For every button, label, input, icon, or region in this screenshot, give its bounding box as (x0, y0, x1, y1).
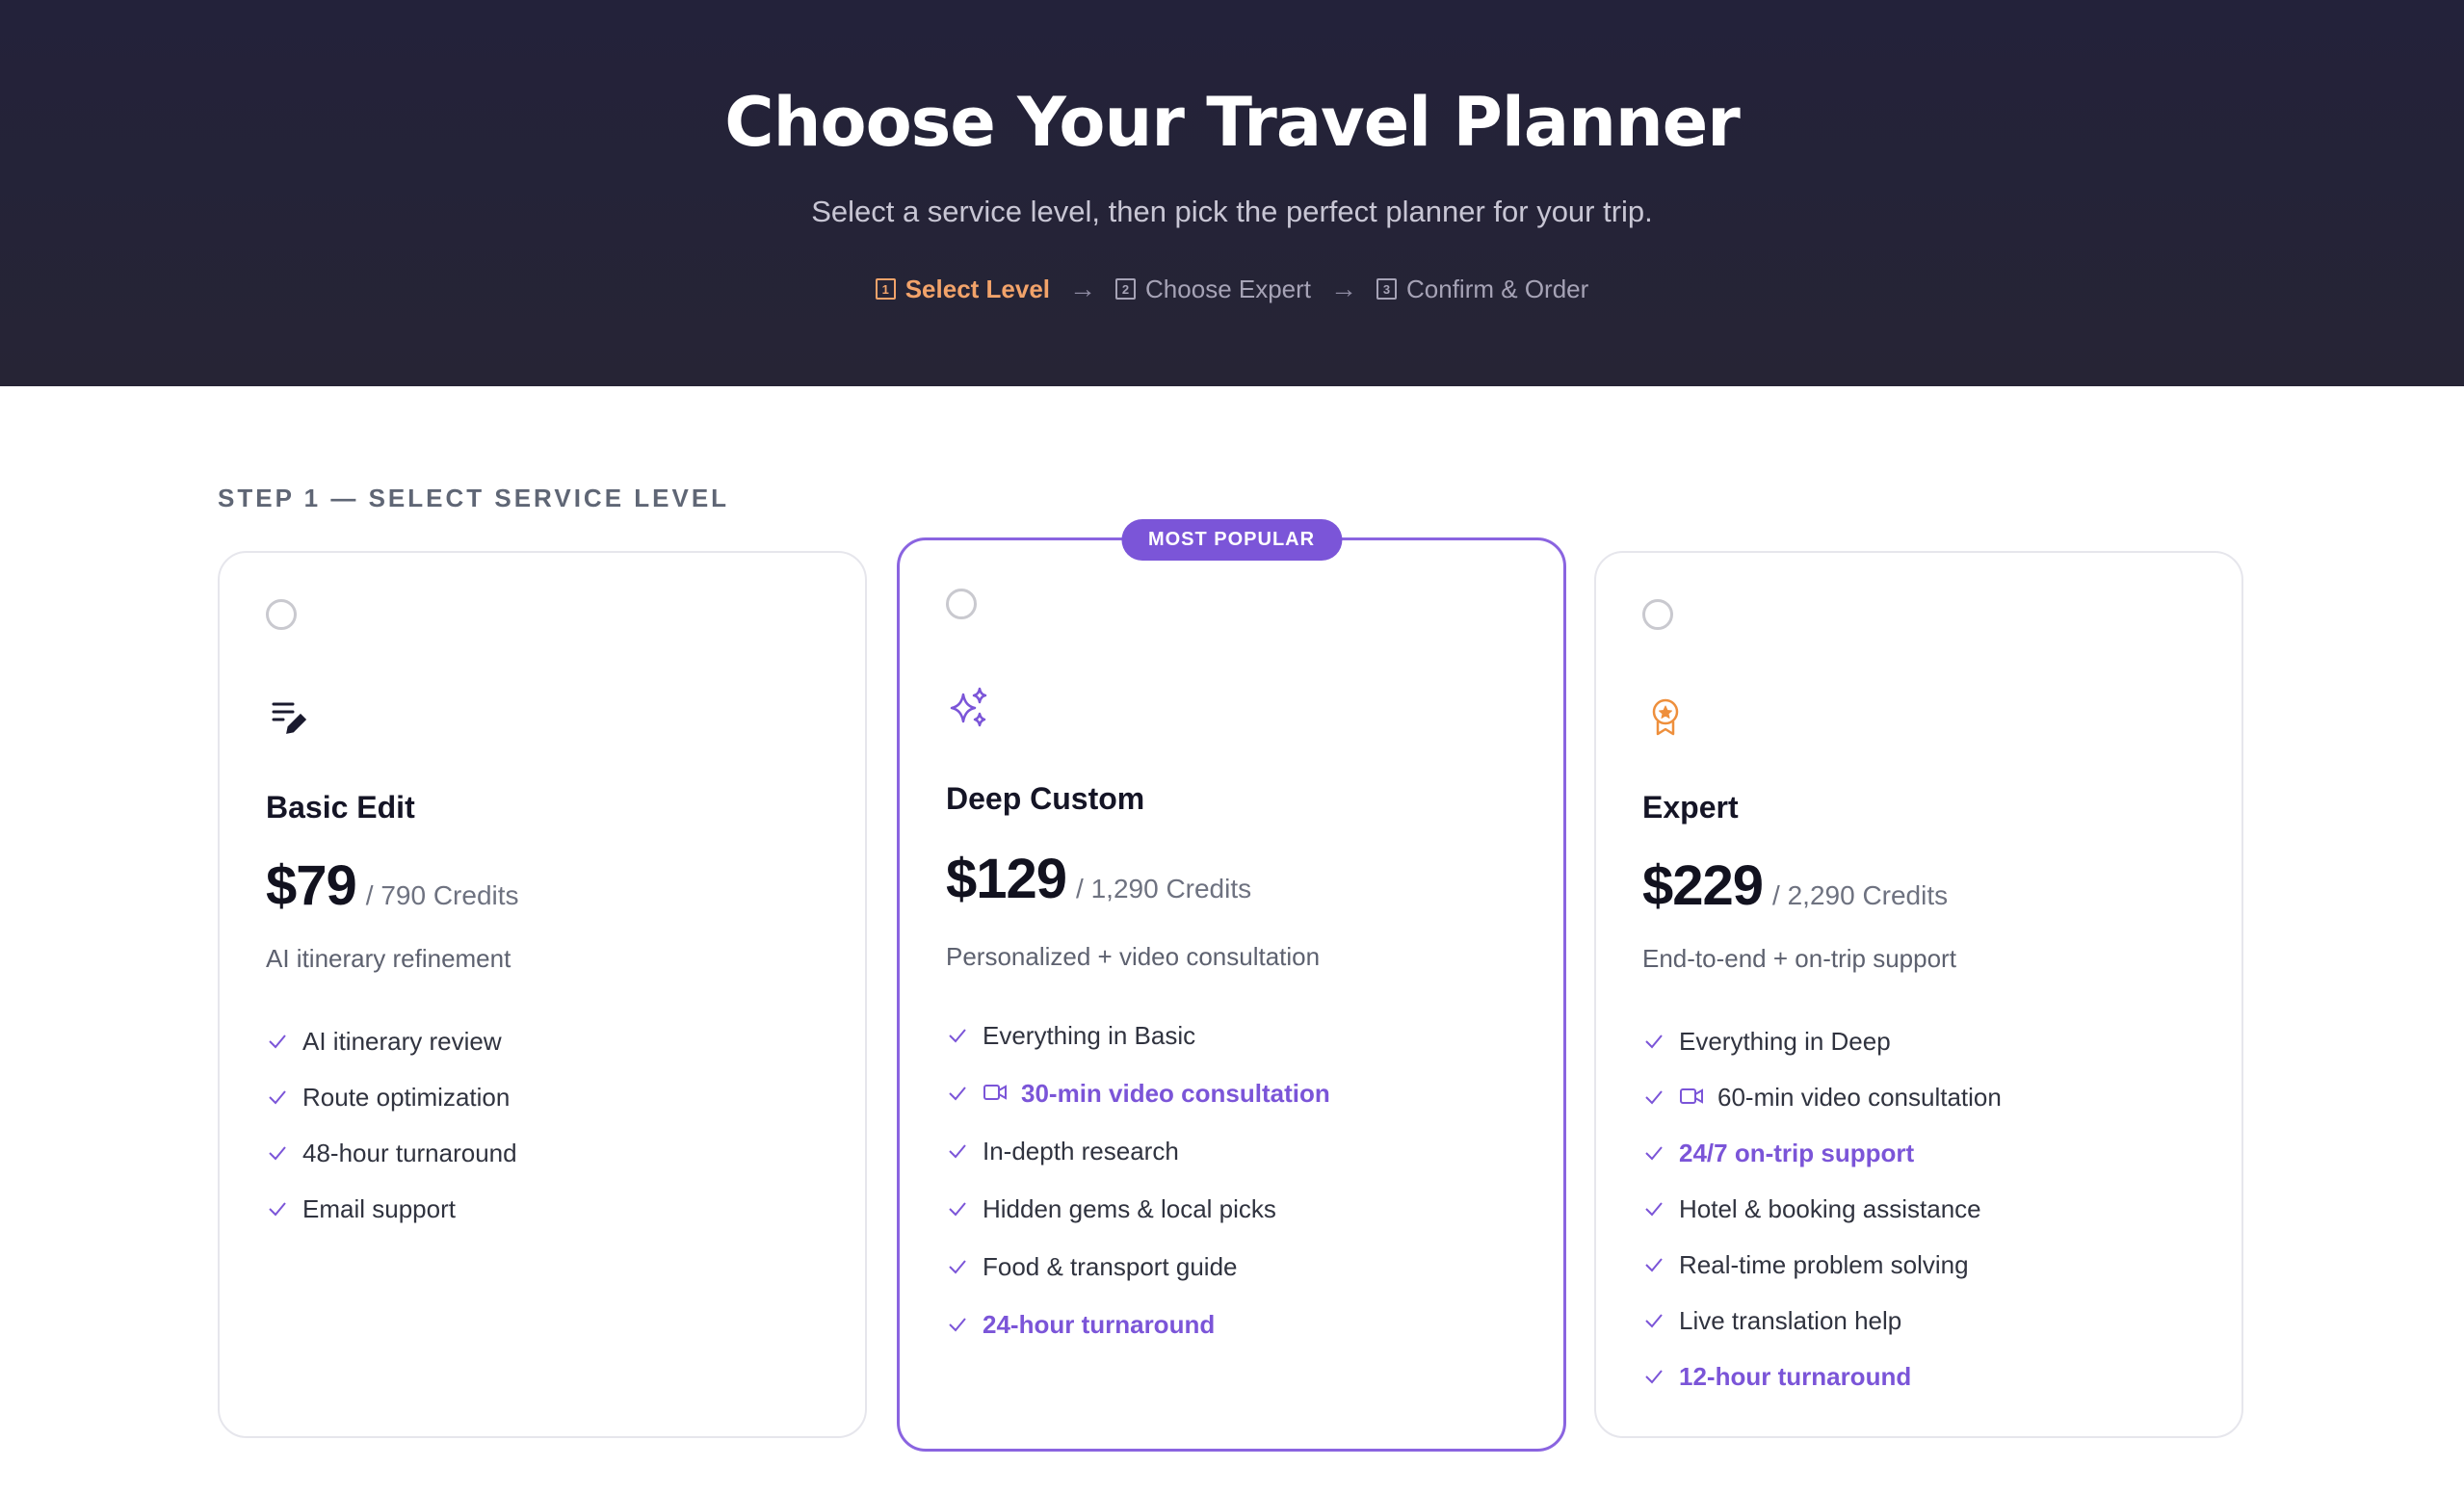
price-credits: / 1,290 Credits (1076, 874, 1252, 904)
step-2-number: 2 (1115, 278, 1137, 300)
plan-card-basic[interactable]: Basic Edit $79 / 790 Credits AI itinerar… (218, 551, 867, 1438)
plan-card-deep[interactable]: MOST POPULAR Deep Custom $129 / 1,290 Cr… (897, 519, 1566, 1452)
sparkles-icon (950, 687, 987, 727)
plan-tagline: Personalized + video consultation (946, 942, 1321, 971)
check-icon (1645, 1258, 1663, 1272)
feature-item: 24/7 on-trip support (1642, 1125, 2002, 1181)
step-3-number: 3 (1376, 278, 1398, 300)
plan-radio-basic[interactable] (266, 599, 297, 630)
award-icon (1652, 698, 1679, 736)
price-amount: $229 (1642, 854, 1764, 917)
plan-title: Deep Custom (946, 781, 1145, 816)
feature-item: 30-min video consultation (946, 1064, 1330, 1122)
section-label: STEP 1 — SELECT SERVICE LEVEL (218, 484, 730, 512)
plan-card-expert[interactable]: Expert $229 / 2,290 Credits End-to-end +… (1594, 551, 2243, 1438)
plan-tagline: End-to-end + on-trip support (1642, 944, 1956, 973)
plan-price: $129 / 1,290 Credits (946, 847, 1251, 911)
feature-list: Everything in Deep 60-min video consulta… (1642, 1013, 2002, 1404)
feature-item: In-depth research (946, 1122, 1330, 1180)
feature-item: 12-hour turnaround (1642, 1349, 2002, 1404)
feature-item: 24-hour turnaround (946, 1296, 1330, 1353)
step-1[interactable]: 1 Select Level (875, 274, 1051, 304)
arrow-right-icon: → (1330, 274, 1358, 303)
feature-item: Hotel & booking assistance (1642, 1181, 2002, 1237)
feature-item: Real-time problem solving (1642, 1237, 2002, 1293)
check-icon (269, 1035, 286, 1049)
feature-item: Email support (266, 1181, 517, 1237)
plan-title: Basic Edit (266, 790, 415, 825)
check-icon (949, 1202, 966, 1217)
step-indicator: 1 Select Level → 2 Choose Expert → 3 Con… (0, 274, 2464, 304)
edit-list-icon (272, 702, 307, 734)
step-1-label: Select Level (904, 274, 1051, 303)
feature-item: 48-hour turnaround (266, 1125, 517, 1181)
check-icon (1645, 1202, 1663, 1217)
page-title: Choose Your Travel Planner (724, 83, 1740, 162)
check-icon (1645, 1146, 1663, 1161)
price-amount: $129 (946, 848, 1067, 910)
feature-item: Everything in Basic (946, 1007, 1330, 1064)
hero-header: Choose Your Travel Planner Select a serv… (0, 0, 2464, 386)
check-icon (1645, 1370, 1663, 1384)
feature-item: AI itinerary review (266, 1013, 517, 1069)
check-icon (949, 1318, 966, 1332)
feature-item: Hidden gems & local picks (946, 1180, 1330, 1238)
plan-radio-expert[interactable] (1642, 599, 1673, 630)
arrow-right-icon: → (1069, 274, 1097, 303)
check-icon (949, 1260, 966, 1274)
check-icon (1645, 1314, 1663, 1328)
plan-price: $229 / 2,290 Credits (1642, 853, 1948, 918)
check-icon (269, 1202, 286, 1217)
price-amount: $79 (266, 854, 357, 917)
video-camera-icon (983, 1085, 1007, 1100)
feature-item: Food & transport guide (946, 1238, 1330, 1296)
plan-title: Expert (1642, 790, 1739, 825)
price-credits: / 2,290 Credits (1772, 880, 1949, 910)
feature-list: Everything in Basic 30-min video consult… (946, 1007, 1330, 1353)
check-icon (949, 1087, 966, 1101)
feature-item: Everything in Deep (1642, 1013, 2002, 1069)
most-popular-badge: MOST POPULAR (1120, 519, 1343, 561)
step-2-label: Choose Expert (1145, 274, 1312, 303)
check-icon (949, 1144, 966, 1159)
step-3[interactable]: 3 Confirm & Order (1376, 275, 1588, 304)
check-icon (949, 1029, 966, 1043)
check-icon (269, 1090, 286, 1105)
check-icon (1645, 1090, 1663, 1105)
step-1-number: 1 (875, 278, 896, 300)
price-credits: / 790 Credits (365, 880, 519, 910)
feature-item: Route optimization (266, 1069, 517, 1125)
plan-price: $79 / 790 Credits (266, 853, 519, 918)
plan-tagline: AI itinerary refinement (266, 944, 511, 973)
feature-list: AI itinerary review Route optimization 4… (266, 1013, 517, 1237)
step-2[interactable]: 2 Choose Expert (1115, 275, 1311, 304)
step-3-label: Confirm & Order (1406, 274, 1589, 303)
check-icon (269, 1146, 286, 1161)
feature-item: 60-min video consultation (1642, 1069, 2002, 1125)
feature-item: Live translation help (1642, 1293, 2002, 1349)
video-camera-icon (1680, 1088, 1703, 1104)
check-icon (1645, 1035, 1663, 1049)
plan-radio-deep[interactable] (946, 589, 977, 619)
page-subtitle: Select a service level, then pick the pe… (811, 195, 1653, 228)
